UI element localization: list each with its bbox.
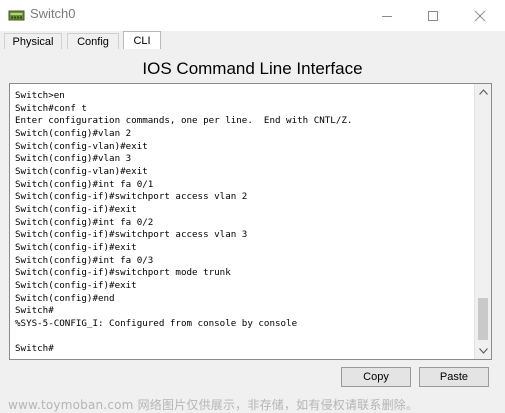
vertical-scrollbar[interactable]	[474, 84, 491, 359]
console-line: Switch#	[15, 305, 54, 317]
console-line: Switch(config-if)#exit	[15, 241, 137, 253]
console-line: Switch(config)#int fa 0/1	[15, 178, 154, 190]
minimize-icon	[382, 15, 392, 17]
tab-cli[interactable]: CLI	[123, 31, 161, 50]
tab-config[interactable]: Config	[67, 33, 119, 49]
console-line: Switch(config-if)#switchport mode trunk	[15, 267, 231, 279]
chevron-up-icon	[478, 89, 488, 95]
chevron-down-icon	[478, 348, 488, 354]
window-title: Switch0	[30, 6, 76, 21]
console-line: Switch(config)#int fa 0/2	[15, 216, 154, 228]
scrollbar-thumb[interactable]	[478, 298, 488, 340]
console-line: Switch(config-if)#exit	[15, 203, 137, 215]
console-line: Switch#conf t	[15, 102, 87, 114]
cli-console[interactable]: Switch>en Switch#conf t Enter configuratio…	[9, 83, 492, 360]
console-line: Switch(config-if)#exit	[15, 279, 137, 291]
console-line: Switch(config-vlan)#exit	[15, 165, 148, 177]
console-output[interactable]: Switch>en Switch#conf t Enter configuratio…	[15, 90, 470, 356]
scroll-up-button[interactable]	[475, 84, 491, 100]
switch-device-icon	[8, 10, 25, 21]
console-line: Switch#	[15, 343, 54, 355]
console-line: Switch(config)#int fa 0/3	[15, 254, 154, 266]
title-bar: Switch0	[0, 0, 505, 31]
page-title: IOS Command Line Interface	[142, 59, 363, 78]
close-button[interactable]	[457, 0, 503, 31]
tab-bar: Physical Config CLI	[0, 31, 505, 50]
console-line: Switch(config)#vlan 3	[15, 153, 132, 165]
maximize-button[interactable]	[410, 0, 456, 31]
console-line: Switch(config-vlan)#exit	[15, 140, 148, 152]
paste-button[interactable]: Paste	[419, 367, 489, 387]
tab-physical[interactable]: Physical	[4, 33, 62, 49]
console-line: Switch(config-if)#switchport access vlan…	[15, 229, 248, 241]
cli-panel: IOS Command Line Interface Switch>en Swit…	[0, 49, 505, 413]
minimize-button[interactable]	[364, 0, 410, 31]
console-line: Switch(config)#end	[15, 292, 115, 304]
copy-button[interactable]: Copy	[341, 367, 411, 387]
watermark-text: www.toymoban.com 网络图片仅供展示，非存储，如有侵权请联系删除。	[8, 398, 419, 412]
console-line: Switch>en	[15, 90, 65, 101]
console-line: Switch(config)#vlan 2	[15, 127, 132, 139]
console-line: %SYS-5-CONFIG_I: Configured from console…	[15, 317, 298, 329]
scroll-down-button[interactable]	[475, 343, 491, 359]
console-line: Switch(config-if)#switchport access vlan…	[15, 191, 248, 203]
maximize-icon	[428, 10, 438, 21]
close-icon	[474, 10, 486, 21]
console-line: Enter configuration commands, one per li…	[15, 115, 353, 127]
